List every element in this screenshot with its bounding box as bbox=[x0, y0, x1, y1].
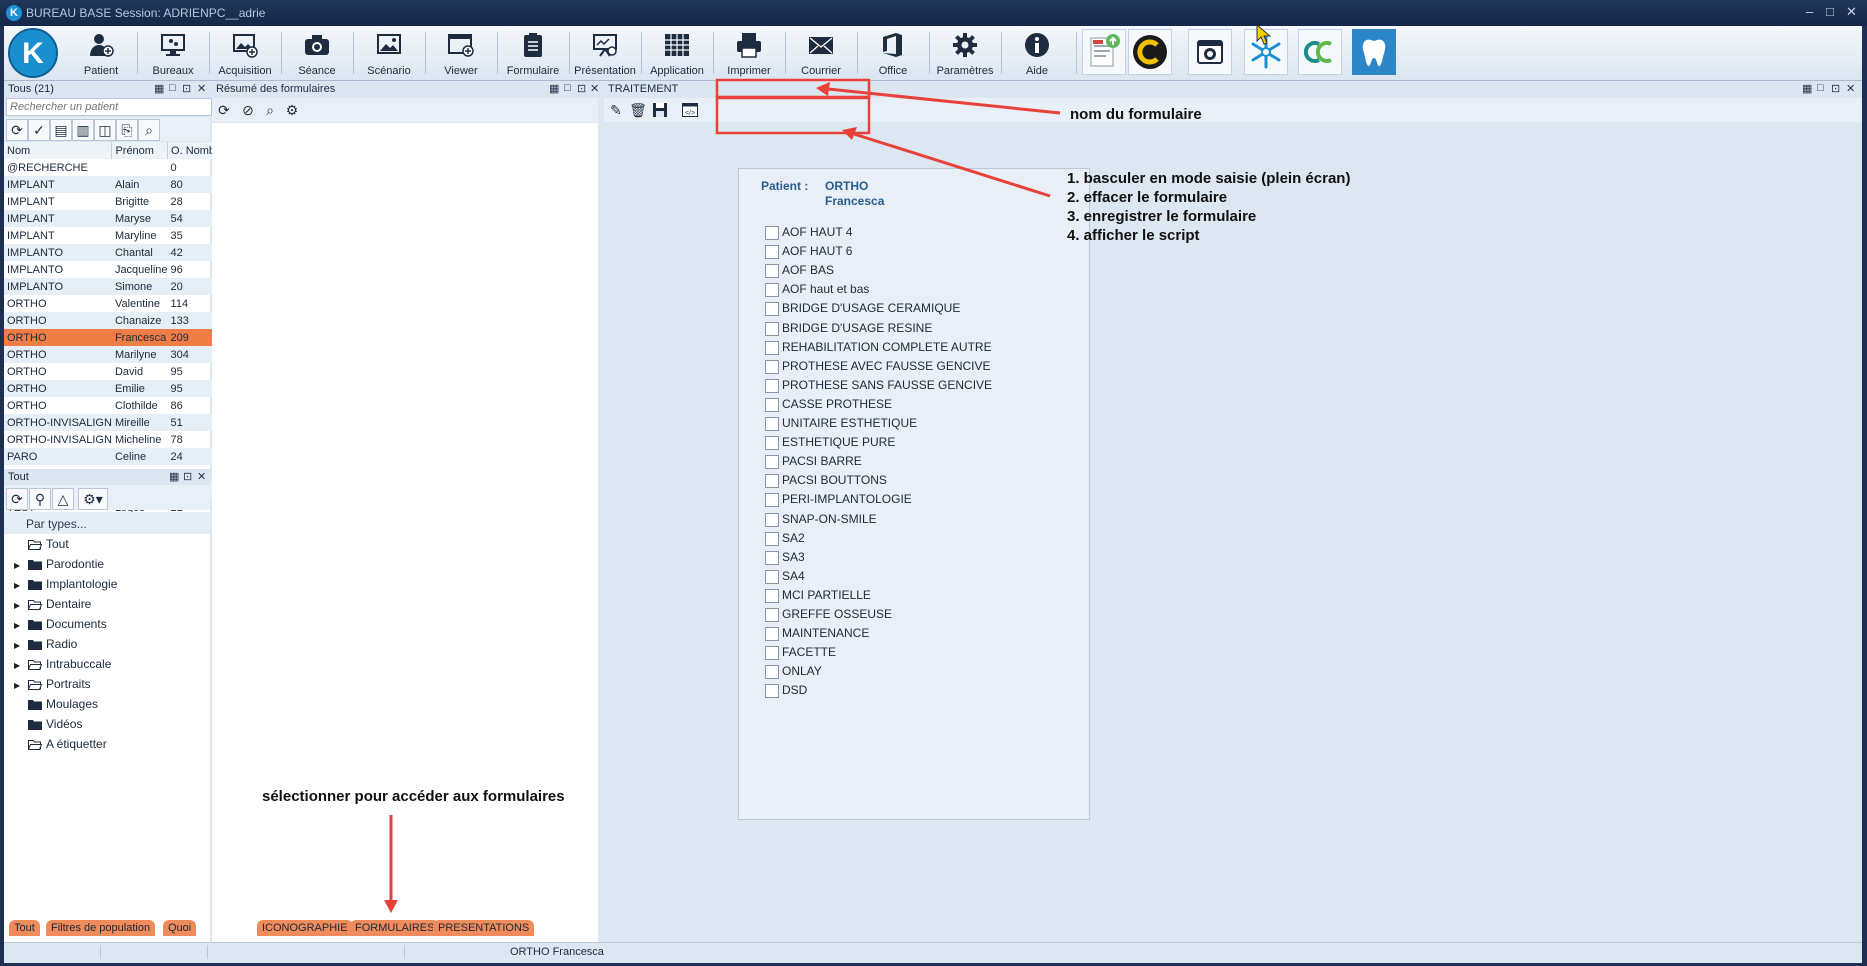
annotation-form-name: nom du formulaire bbox=[1070, 106, 1202, 123]
arrow-toolbar bbox=[853, 132, 1051, 198]
annotation-step-3: 3. enregistrer le formulaire bbox=[1067, 208, 1257, 225]
mouse-cursor-icon bbox=[1256, 24, 1272, 45]
annotation-overlay bbox=[384, 78, 1061, 913]
annotation-step-1: 1. basculer en mode saisie (plein écran) bbox=[1067, 170, 1351, 187]
form-name-highlight bbox=[715, 78, 871, 100]
arrowhead bbox=[384, 900, 398, 913]
annotation-step-2: 2. effacer le formulaire bbox=[1067, 189, 1228, 206]
annotation-step-4: 4. afficher le script bbox=[1067, 227, 1200, 244]
arrowhead bbox=[816, 82, 830, 96]
arrow-form-name bbox=[827, 87, 1061, 115]
toolbar-highlight bbox=[715, 95, 871, 135]
annotation-select-tab: sélectionner pour accéder aux formulaire… bbox=[262, 788, 565, 805]
